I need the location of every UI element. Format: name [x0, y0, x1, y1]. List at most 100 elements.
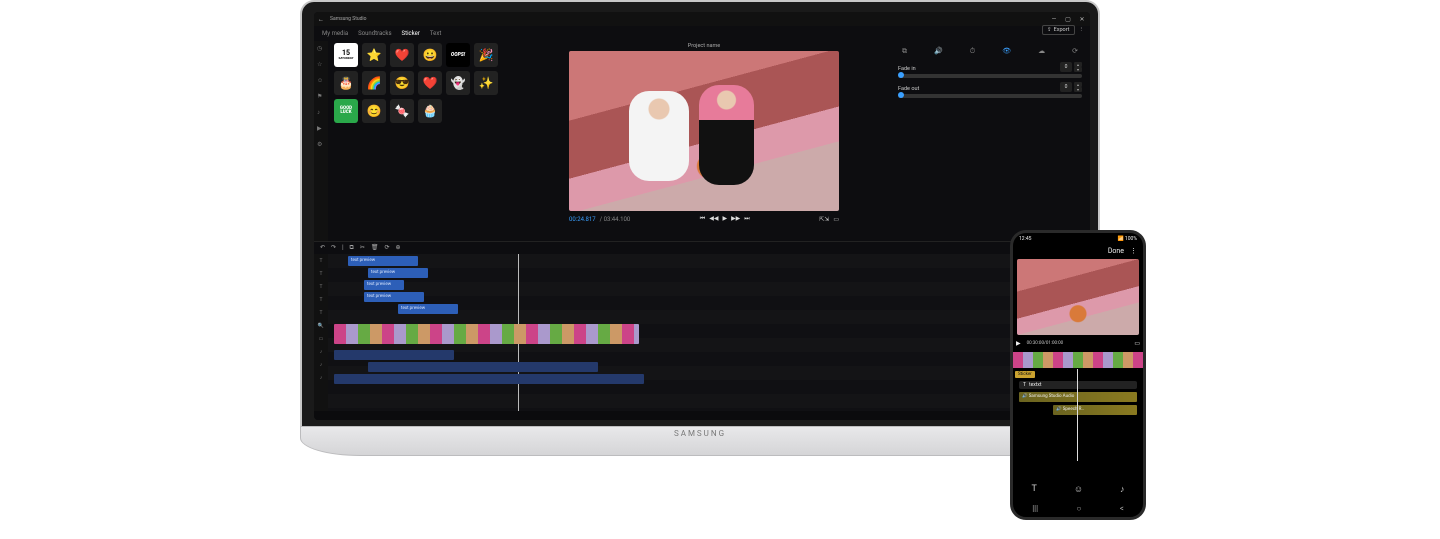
phone-more-icon[interactable]: ⋮	[1130, 247, 1137, 255]
phone-home-button[interactable]: ○	[1076, 504, 1081, 513]
fullscreen-icon[interactable]: ▭	[833, 216, 839, 223]
phone-audio-clip-1[interactable]: 🔊 Samsung Studio Audio	[1019, 392, 1137, 402]
sticker-confetti[interactable]: 🎉	[474, 43, 498, 67]
tab-soundtracks[interactable]: Soundtracks	[358, 30, 391, 37]
fade-out-slider[interactable]	[898, 94, 1082, 98]
timeline-audio-clip[interactable]	[368, 362, 598, 372]
export-button[interactable]: ⇪ Export	[1042, 25, 1075, 35]
tab-text[interactable]: Text	[430, 30, 441, 37]
sticker-calendar[interactable]: 15 SATURDAY	[334, 43, 358, 67]
sticker-grin[interactable]: 😀	[418, 43, 442, 67]
tab-sticker[interactable]: Sticker	[402, 30, 420, 37]
track-icon-audio[interactable]: ♪	[320, 375, 323, 381]
phone-fullscreen-icon[interactable]: ▭	[1134, 340, 1140, 347]
phone-play-button[interactable]: ▶	[1016, 340, 1021, 347]
sticker-cupcake[interactable]: 🧁	[418, 99, 442, 123]
sticker-cool[interactable]: 😎	[390, 71, 414, 95]
side-icon-music[interactable]: ♪	[317, 109, 325, 117]
sticker-heart2[interactable]: ❤️	[418, 71, 442, 95]
step-fwd-button[interactable]: ▶▶	[731, 215, 740, 223]
done-button[interactable]: Done	[1108, 247, 1124, 255]
track-icon-text[interactable]: T	[320, 271, 323, 277]
skip-start-button[interactable]: ⏮	[700, 215, 705, 223]
step-back-button[interactable]: ◀◀	[709, 215, 718, 223]
timeline-text-clip[interactable]: text preview	[348, 256, 418, 266]
timeline-text-clip[interactable]: text preview	[364, 280, 404, 290]
preview-video[interactable]	[569, 51, 839, 211]
fade-in-slider[interactable]	[898, 74, 1082, 78]
minimize-button[interactable]: —	[1050, 16, 1058, 23]
side-icon-flag[interactable]: ⚑	[317, 93, 325, 101]
timeline-text-clip[interactable]: text preview	[398, 304, 458, 314]
fit-icon[interactable]: ⇱⇲	[819, 216, 829, 223]
timeline-video-clip[interactable]	[334, 324, 639, 344]
timeline-text-clip[interactable]: text preview	[368, 268, 428, 278]
prop-cloud-icon[interactable]: ☁	[1038, 47, 1045, 56]
sticker-rainbow[interactable]: 🌈	[362, 71, 386, 95]
track-icon-text[interactable]: T	[320, 297, 323, 303]
fade-out-down-icon[interactable]: ▾	[1074, 87, 1082, 92]
close-button[interactable]: ✕	[1078, 16, 1086, 23]
prop-opacity-icon[interactable]: 👁	[1002, 47, 1011, 56]
play-button[interactable]: ▶	[722, 215, 727, 223]
sticker-candy[interactable]: 🍬	[390, 99, 414, 123]
phone-sticker-tag[interactable]: Sticker	[1015, 371, 1035, 378]
maximize-button[interactable]: ▢	[1064, 16, 1072, 23]
fade-in-stepper[interactable]: 0 ▴ ▾	[1060, 62, 1082, 72]
track-icon-audio[interactable]: ♪	[320, 349, 323, 355]
more-icon[interactable]: ⋮	[1079, 27, 1085, 33]
fade-out-stepper[interactable]: 0 ▴ ▾	[1060, 82, 1082, 92]
sticker-cake[interactable]: 🎂	[334, 71, 358, 95]
track-icon-video[interactable]: ▭	[319, 336, 324, 342]
tracks-area[interactable]: text preview text preview text preview text…	[328, 254, 1090, 411]
phone-sticker-tool[interactable]: ☺	[1074, 484, 1083, 495]
track-icon-text[interactable]: T	[320, 310, 323, 316]
phone-back-button[interactable]: <	[1120, 504, 1124, 513]
side-icon-star[interactable]: ☆	[317, 61, 325, 69]
refresh-button[interactable]: ⟳	[384, 244, 389, 252]
sticker-heart[interactable]: ❤️	[390, 43, 414, 67]
track-icon-audio[interactable]: ♪	[320, 362, 323, 368]
phone-playhead[interactable]	[1077, 369, 1078, 461]
phone-preview[interactable]	[1017, 259, 1139, 335]
undo-button[interactable]: ↶	[320, 244, 325, 252]
timeline-tools: ↶ ↷ | ⧉ ✂ 🗑 ⟳ ⊕	[314, 242, 1090, 254]
split-button[interactable]: ⧉	[350, 244, 354, 252]
side-icon-recent[interactable]: ◷	[317, 45, 325, 53]
phone-video-strip[interactable]	[1013, 352, 1143, 368]
timeline-ruler[interactable]	[314, 411, 1090, 420]
phone-recents-button[interactable]: |||	[1032, 504, 1038, 513]
sticker-smile[interactable]: 😊	[362, 99, 386, 123]
timeline-audio-clip[interactable]	[334, 374, 644, 384]
phone-text-tool[interactable]: T	[1031, 484, 1036, 495]
phone-music-tool[interactable]: ♪	[1120, 484, 1125, 495]
prop-volume-icon[interactable]: 🔊	[934, 47, 943, 56]
prop-rotate-icon[interactable]: ⟳	[1072, 47, 1078, 56]
cut-button[interactable]: ✂	[360, 244, 365, 252]
prop-speed-icon[interactable]: ⏱	[970, 47, 975, 56]
track-icon-text[interactable]: T	[320, 284, 323, 290]
delete-button[interactable]: 🗑	[371, 244, 379, 252]
tab-my-media[interactable]: My media	[322, 30, 348, 37]
track-icon-text[interactable]: T	[320, 258, 323, 264]
side-icon-play[interactable]: ▶	[317, 125, 325, 133]
timeline-audio-clip[interactable]	[334, 350, 454, 360]
redo-button[interactable]: ↷	[331, 244, 336, 252]
fade-in-down-icon[interactable]: ▾	[1074, 67, 1082, 72]
sticker-star[interactable]: ⭐	[362, 43, 386, 67]
project-name-label[interactable]: Project name	[688, 43, 720, 49]
timeline-text-clip[interactable]: text preview	[364, 292, 424, 302]
sticker-goodluck[interactable]: GOOD LUCK	[334, 99, 358, 123]
sticker-oops[interactable]: OOPS!	[446, 43, 470, 67]
track-icon-search[interactable]: 🔍	[318, 323, 324, 329]
back-icon[interactable]: ←	[318, 16, 324, 23]
skip-end-button[interactable]: ⏭	[744, 215, 749, 223]
sticker-ghost[interactable]: 👻	[446, 71, 470, 95]
add-button[interactable]: ⊕	[396, 244, 401, 252]
phone-audio-clip-2[interactable]: 🔊 Speech R…	[1053, 405, 1137, 415]
sticker-sparkle[interactable]: ✨	[474, 71, 498, 95]
phone-text-clip[interactable]: T textxt	[1019, 381, 1137, 389]
side-icon-face[interactable]: ☺	[317, 77, 325, 85]
side-icon-gear[interactable]: ⚙	[317, 141, 325, 149]
prop-crop-icon[interactable]: ⧉	[902, 47, 907, 56]
